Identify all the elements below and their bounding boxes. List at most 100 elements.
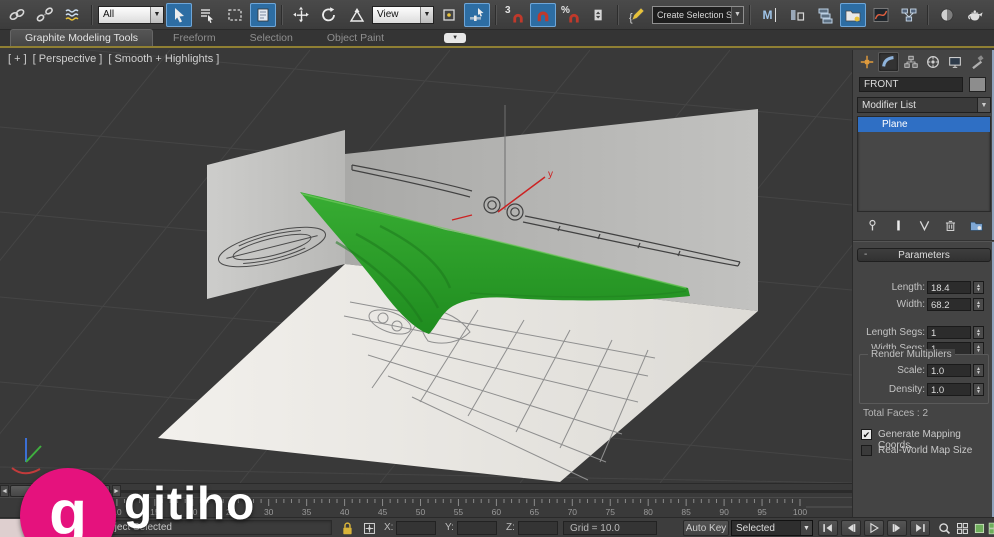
select-and-manipulate-button[interactable]: [464, 3, 490, 27]
mirror-label: M: [763, 9, 773, 21]
y-coordinate-field[interactable]: [457, 521, 497, 535]
chevron-down-icon[interactable]: ▼: [150, 7, 163, 23]
length-segs-field[interactable]: 1: [927, 326, 971, 339]
viewport-menu-general[interactable]: [ + ]: [8, 53, 27, 65]
previous-frame-arrow[interactable]: ◄: [0, 485, 9, 497]
rollout-collapse-icon[interactable]: -: [864, 249, 867, 260]
select-by-name-button[interactable]: [194, 3, 220, 27]
panel-tab-utilities[interactable]: [966, 52, 987, 72]
chevron-down-icon[interactable]: ▼: [977, 98, 990, 112]
absolute-mode-button[interactable]: [359, 520, 379, 536]
select-and-move-button[interactable]: [288, 3, 314, 27]
viewport-menu-pov[interactable]: [ Perspective ]: [33, 53, 103, 65]
mirror-button[interactable]: M: [756, 3, 782, 27]
length-label: Length:: [892, 282, 925, 293]
reference-coordinate-dropdown[interactable]: View ▼: [372, 6, 434, 24]
chevron-down-icon[interactable]: ▼: [800, 521, 812, 535]
ribbon-toggle-button[interactable]: [840, 3, 866, 27]
layer-manager-button[interactable]: [812, 3, 838, 27]
generate-mapping-checkbox[interactable]: ✔: [861, 429, 872, 440]
density-spinner[interactable]: ▲▼: [973, 383, 984, 396]
window-crossing-button[interactable]: [250, 3, 276, 27]
schematic-view-button[interactable]: [896, 3, 922, 27]
width-row: Width: 68.2 ▲▼: [853, 298, 994, 313]
chevron-down-icon[interactable]: ▼: [420, 7, 433, 23]
gitiho-monogram: g: [49, 478, 87, 537]
viewport-scene: y: [0, 50, 852, 483]
modifier-list-dropdown[interactable]: Modifier List ▼: [857, 97, 991, 113]
object-color-swatch[interactable]: [969, 77, 986, 92]
angle-snap-button[interactable]: [530, 3, 556, 27]
stack-toolbar: [857, 216, 991, 234]
modifier-stack-list[interactable]: Plane: [857, 116, 991, 212]
ribbon-tab-selection[interactable]: Selection: [236, 30, 307, 46]
select-object-button[interactable]: [166, 3, 192, 27]
selection-lock-button[interactable]: [337, 520, 357, 536]
perspective-viewport[interactable]: y [ + ] [ Perspective ] [ Smooth + Highl…: [0, 50, 852, 483]
make-unique-button[interactable]: [913, 216, 935, 234]
use-pivot-point-center-button[interactable]: [436, 3, 462, 27]
stack-item-plane[interactable]: Plane: [858, 117, 990, 132]
length-field[interactable]: 18.4: [927, 281, 971, 294]
bind-to-space-warp-button[interactable]: [60, 3, 86, 27]
spinner-snap-button[interactable]: [586, 3, 612, 27]
key-filter-dropdown[interactable]: Selected ▼: [731, 520, 813, 536]
z-coordinate-field[interactable]: [518, 521, 558, 535]
real-world-map-checkbox[interactable]: [861, 445, 872, 456]
ribbon-minimize-button[interactable]: ▼: [444, 33, 466, 43]
density-field[interactable]: 1.0: [927, 383, 971, 396]
edit-named-selection-sets-button[interactable]: [624, 3, 650, 27]
panel-tab-display[interactable]: [944, 52, 965, 72]
scale-field[interactable]: 1.0: [927, 364, 971, 377]
select-and-scale-button[interactable]: [344, 3, 370, 27]
zoom-button[interactable]: [934, 520, 954, 536]
auto-key-button[interactable]: Auto Key: [683, 520, 729, 536]
next-frame-button[interactable]: [887, 520, 907, 536]
selection-filter-dropdown[interactable]: All ▼: [98, 6, 164, 24]
panel-tab-modify[interactable]: [878, 52, 899, 72]
x-coordinate-field[interactable]: [396, 521, 436, 535]
width-spinner[interactable]: ▲▼: [973, 298, 984, 311]
grid-size-field: Grid = 10.0: [563, 521, 657, 535]
scale-spinner[interactable]: ▲▼: [973, 364, 984, 377]
align-button[interactable]: [784, 3, 810, 27]
select-and-link-button[interactable]: [4, 3, 30, 27]
snap-toggle-3d-button[interactable]: 3: [502, 3, 528, 27]
remove-modifier-button[interactable]: [939, 216, 961, 234]
zoom-extents-all-button[interactable]: [984, 520, 994, 536]
ribbon-tab-freeform[interactable]: Freeform: [159, 30, 230, 46]
configure-modifier-sets-button[interactable]: [965, 216, 987, 234]
ribbon-tab-object-paint[interactable]: Object Paint: [313, 30, 398, 46]
render-setup-button[interactable]: [962, 3, 988, 27]
parameters-rollout-header[interactable]: - Parameters: [857, 248, 991, 262]
play-button[interactable]: [864, 520, 884, 536]
select-and-rotate-button[interactable]: [316, 3, 342, 27]
curve-editor-button[interactable]: [868, 3, 894, 27]
percent-snap-button[interactable]: %: [558, 3, 584, 27]
object-name-field[interactable]: FRONT: [859, 77, 963, 92]
chevron-down-icon[interactable]: ▼: [731, 7, 743, 23]
go-to-end-button[interactable]: [910, 520, 930, 536]
show-end-result-button[interactable]: [887, 216, 909, 234]
rectangular-selection-region-button[interactable]: [222, 3, 248, 27]
unlink-selection-button[interactable]: [32, 3, 58, 27]
panel-tab-create[interactable]: [856, 52, 877, 72]
width-field[interactable]: 68.2: [927, 298, 971, 311]
pin-stack-button[interactable]: [861, 216, 883, 234]
gizmo-axis-label: y: [548, 169, 553, 180]
length-segs-spinner[interactable]: ▲▼: [973, 326, 984, 339]
length-spinner[interactable]: ▲▼: [973, 281, 984, 294]
next-frame-arrow[interactable]: ►: [112, 485, 121, 497]
rendered-frame-window-button[interactable]: [990, 3, 994, 27]
svg-text:50: 50: [416, 507, 426, 517]
material-editor-button[interactable]: [934, 3, 960, 27]
ribbon-tab-graphite-modeling-tools[interactable]: Graphite Modeling Tools: [10, 29, 153, 46]
svg-text:85: 85: [681, 507, 691, 517]
viewport-menu-shading[interactable]: [ Smooth + Highlights ]: [108, 53, 219, 65]
previous-frame-button[interactable]: [841, 520, 861, 536]
panel-tab-motion[interactable]: [922, 52, 943, 72]
named-selection-set-field[interactable]: Create Selection Se ▼: [652, 6, 744, 24]
go-to-start-button[interactable]: [818, 520, 838, 536]
panel-tab-hierarchy[interactable]: [900, 52, 921, 72]
real-world-map-row: Real-World Map Size: [853, 444, 994, 459]
